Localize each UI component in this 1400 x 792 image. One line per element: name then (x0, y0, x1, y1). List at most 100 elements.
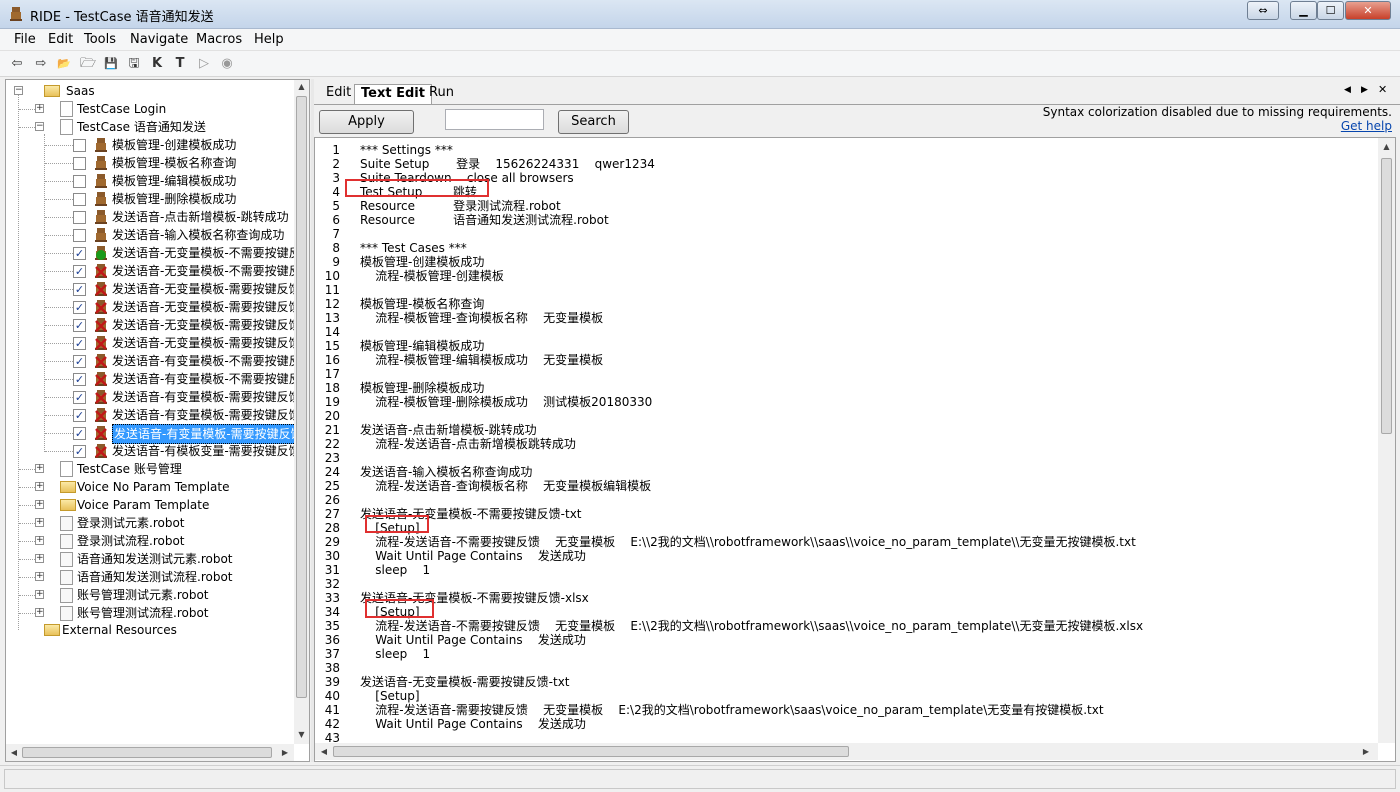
tree-item[interactable]: ✓ 发送语音-有模板变量-需要按键反馈-xlsx (6, 442, 309, 460)
tree-item[interactable]: ✓ 发送语音-有变量模板-需要按键反馈-xlsx (6, 406, 309, 424)
code-line[interactable]: 流程-发送语音-不需要按键反馈 无变量模板 E:\\2我的文档\\robotfr… (360, 535, 1136, 549)
code-line[interactable]: 流程-发送语音-查询模板名称 无变量模板编辑模板 (360, 479, 651, 493)
scroll-up-icon[interactable]: ▲ (294, 82, 309, 91)
search-keyword-icon[interactable]: K (148, 55, 166, 73)
collapse-icon[interactable]: − (14, 86, 23, 95)
tree-item[interactable]: + Voice Param Template (6, 496, 292, 514)
expand-icon[interactable]: + (35, 590, 44, 599)
tree-item[interactable]: 发送语音-输入模板名称查询成功 (6, 226, 292, 244)
get-help-link[interactable]: Get help (1341, 119, 1392, 133)
tree-item[interactable]: + 语音通知发送测试元素.robot (6, 550, 292, 568)
test-checkbox[interactable]: ✓ (73, 337, 86, 350)
close-button[interactable]: ✕ (1345, 1, 1391, 20)
apply-changes-button[interactable]: Apply Changes (319, 110, 414, 151)
tree-hscrollbar[interactable]: ◀ ▶ (6, 744, 294, 761)
tab-text-edit[interactable]: Text Edit (354, 84, 432, 104)
tree-item[interactable]: ✓ 发送语音-无变量模板-不需要按键反馈-xlsx (6, 262, 309, 280)
tab-next-icon[interactable]: ▶ (1361, 85, 1368, 95)
search-test-icon[interactable]: T (171, 55, 189, 73)
tab-edit[interactable]: Edit (320, 84, 357, 104)
tree-item[interactable]: ✓ 发送语音-无变量模板-需要按键反馈-xlsx (6, 334, 309, 352)
tree-item[interactable]: ✓ 发送语音-有变量模板-需要按键反馈-txt (6, 424, 309, 444)
scroll-right-icon[interactable]: ▶ (280, 748, 290, 757)
code-line[interactable]: 模板管理-模板名称查询 (360, 297, 484, 311)
code-line[interactable]: 流程-发送语音-点击新增模板跳转成功 (360, 437, 576, 451)
tree-item[interactable]: + 账号管理测试流程.robot (6, 604, 292, 622)
search-input[interactable] (445, 109, 544, 130)
tree-item[interactable]: ✓ 发送语音-无变量模板-需要按键反馈-xlsx (6, 298, 309, 316)
expand-icon[interactable]: + (35, 518, 44, 527)
code-line[interactable]: 模板管理-创建模板成功 (360, 255, 484, 269)
menu-macros[interactable]: Macros (196, 32, 242, 47)
code-line[interactable]: Resource 登录测试流程.robot (360, 199, 561, 213)
code-line[interactable]: 发送语音-点击新增模板-跳转成功 (360, 423, 537, 437)
tree-item[interactable]: + 登录测试元素.robot (6, 514, 292, 532)
test-checkbox[interactable]: ✓ (73, 283, 86, 296)
code-line[interactable]: Wait Until Page Contains 发送成功 (360, 633, 586, 647)
code-line[interactable]: 流程-发送语音-不需要按键反馈 无变量模板 E:\\2我的文档\\robotfr… (360, 619, 1143, 633)
test-checkbox[interactable]: ✓ (73, 373, 86, 386)
code-line[interactable]: Wait Until Page Contains 发送成功 (360, 549, 586, 563)
tree-item[interactable]: + Voice No Param Template (6, 478, 292, 496)
menu-tools[interactable]: Tools (84, 32, 116, 47)
editor-hscrollbar[interactable]: ◀ ▶ (315, 743, 1378, 760)
tree-item[interactable]: ✓ 发送语音-无变量模板-不需要按键反馈-txt (6, 244, 309, 262)
menu-file[interactable]: File (14, 32, 36, 47)
tree-item[interactable]: + 语音通知发送测试流程.robot (6, 568, 292, 586)
scroll-left-icon[interactable]: ◀ (319, 747, 329, 756)
code-line[interactable]: 流程-模板管理-编辑模板成功 无变量模板 (360, 353, 603, 367)
test-checkbox[interactable] (73, 211, 86, 224)
scroll-thumb[interactable] (333, 746, 849, 757)
tree-item[interactable]: ✓ 发送语音-有变量模板-不需要按键反馈-txt (6, 352, 309, 370)
run-icon[interactable]: ▷ (195, 55, 213, 73)
tab-prev-icon[interactable]: ◀ (1344, 85, 1351, 95)
back-icon[interactable]: ⇦ (8, 55, 26, 73)
code-line[interactable]: 模板管理-删除模板成功 (360, 381, 484, 395)
scroll-thumb[interactable] (1381, 158, 1392, 434)
test-checkbox[interactable]: ✓ (73, 247, 86, 260)
tab-run[interactable]: Run (423, 84, 460, 104)
expand-icon[interactable]: + (35, 608, 44, 617)
forward-icon[interactable]: ⇨ (32, 55, 50, 73)
scroll-up-icon[interactable]: ▲ (1378, 142, 1395, 151)
menu-help[interactable]: Help (254, 32, 284, 47)
test-checkbox[interactable]: ✓ (73, 391, 86, 404)
test-checkbox[interactable] (73, 157, 86, 170)
test-checkbox[interactable] (73, 139, 86, 152)
test-checkbox[interactable] (73, 175, 86, 188)
tree-item[interactable]: 模板管理-创建模板成功 (6, 136, 292, 154)
restore-button[interactable]: ⇔ (1247, 1, 1279, 20)
minimize-button[interactable]: ▁ (1290, 1, 1317, 20)
scroll-left-icon[interactable]: ◀ (9, 748, 19, 757)
open-folder-icon[interactable]: 📂 (55, 55, 73, 73)
tree-item[interactable]: ✓ 发送语音-无变量模板-需要按键反馈-txt (6, 280, 309, 298)
expand-icon[interactable]: + (35, 464, 44, 473)
scroll-down-icon[interactable]: ▼ (294, 730, 309, 739)
test-checkbox[interactable]: ✓ (73, 301, 86, 314)
test-checkbox[interactable]: ✓ (73, 319, 86, 332)
test-checkbox[interactable] (73, 193, 86, 206)
code-line[interactable]: Wait Until Page Contains 发送成功 (360, 717, 586, 731)
code-line[interactable]: 发送语音-输入模板名称查询成功 (360, 465, 532, 479)
save-all-icon[interactable]: 🖫 (125, 55, 143, 73)
code-line[interactable]: sleep 1 (360, 647, 430, 661)
text-editor[interactable]: 1 *** Settings *** 2 Suite Setup 登录 1562622… (314, 137, 1396, 762)
tree-item[interactable]: + TestCase 账号管理 (6, 460, 292, 478)
tree-item[interactable]: + 登录测试流程.robot (6, 532, 292, 550)
code-line[interactable]: 流程-模板管理-查询模板名称 无变量模板 (360, 311, 603, 325)
code-line[interactable]: Resource 语音通知发送测试流程.robot (360, 213, 609, 227)
tree-vscrollbar[interactable]: ▲ ▼ (294, 80, 309, 744)
test-checkbox[interactable]: ✓ (73, 355, 86, 368)
tree-item[interactable]: ✓ 发送语音-无变量模板-需要按键反馈-txt (6, 316, 309, 334)
test-checkbox[interactable]: ✓ (73, 265, 86, 278)
expand-icon[interactable]: + (35, 554, 44, 563)
test-checkbox[interactable] (73, 229, 86, 242)
code-line[interactable]: 流程-模板管理-删除模板成功 测试模板20180330 (360, 395, 652, 409)
editor-vscrollbar[interactable]: ▲ (1378, 138, 1395, 743)
test-checkbox[interactable]: ✓ (73, 409, 86, 422)
save-icon[interactable]: 💾 (102, 55, 120, 73)
tree-item[interactable]: − TestCase 语音通知发送 (6, 118, 292, 136)
expand-icon[interactable]: + (35, 572, 44, 581)
tree-item[interactable]: 模板管理-模板名称查询 (6, 154, 292, 172)
code-line[interactable]: 发送语音-无变量模板-需要按键反馈-txt (360, 675, 570, 689)
